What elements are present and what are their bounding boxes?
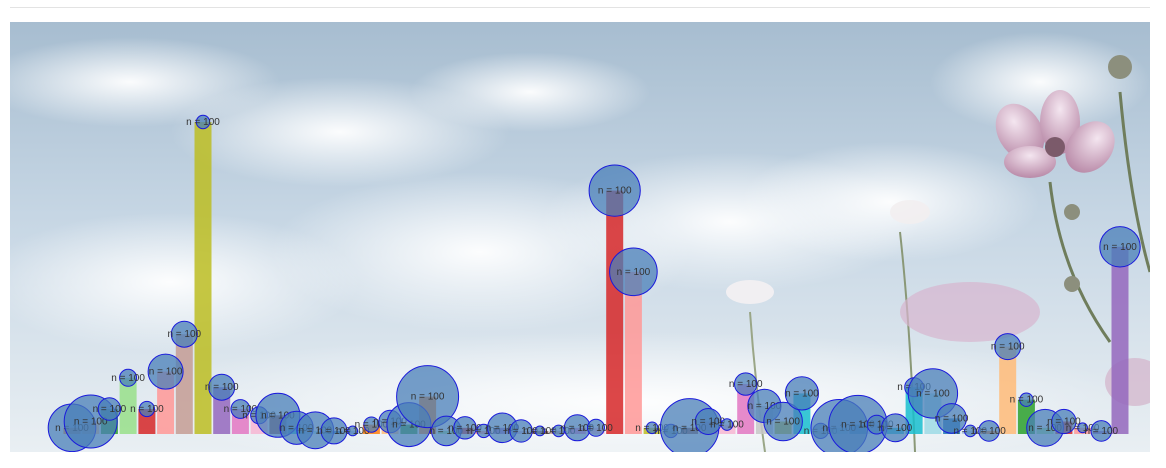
bubble-label-31: n = 100 xyxy=(617,267,651,278)
bubble-label-30: n = 100 xyxy=(598,186,632,197)
bar-57 xyxy=(1111,246,1129,434)
bubble-label-9: n = 100 xyxy=(205,382,239,393)
bubble-label-51: n = 100 xyxy=(991,342,1025,353)
bubble-label-37: n = 100 xyxy=(729,379,763,390)
bubble-label-48: n = 100 xyxy=(935,413,969,424)
bubble-label-20: n = 100 xyxy=(411,392,445,403)
chart-area: n = 100 n = 100 n = 100 n = 100 n = 100 n = 1… xyxy=(10,22,1150,452)
bubble-label-39: n = 100 xyxy=(766,417,800,428)
bubble-label-29: n = 100 xyxy=(579,423,613,434)
bubble-label-6: n = 100 xyxy=(149,367,183,378)
bubble-label-4: n = 100 xyxy=(111,373,145,384)
bubble-label-7: n = 100 xyxy=(167,329,201,340)
bubble-label-36: n = 100 xyxy=(710,420,744,431)
bubble-label-56: n = 100 xyxy=(1084,426,1118,437)
bubble-label-57: n = 100 xyxy=(1103,242,1137,253)
bubble-label-45: n = 100 xyxy=(879,423,913,434)
bar-31 xyxy=(624,271,642,434)
bubble-label-40: n = 100 xyxy=(785,388,819,399)
top-divider xyxy=(10,7,1150,8)
bubble-label-52: n = 100 xyxy=(1010,395,1044,406)
bubble-label-47: n = 100 xyxy=(916,388,950,399)
bubble-label-8: n = 100 xyxy=(186,117,220,128)
bubble-label-3: n = 100 xyxy=(93,404,127,415)
bubble-label-5: n = 100 xyxy=(130,404,164,415)
bar-bubble-chart: n = 100 n = 100 n = 100 n = 100 n = 100 n = 1… xyxy=(10,22,1150,452)
bubble-label-50: n = 100 xyxy=(972,426,1006,437)
bar-30 xyxy=(606,190,624,434)
